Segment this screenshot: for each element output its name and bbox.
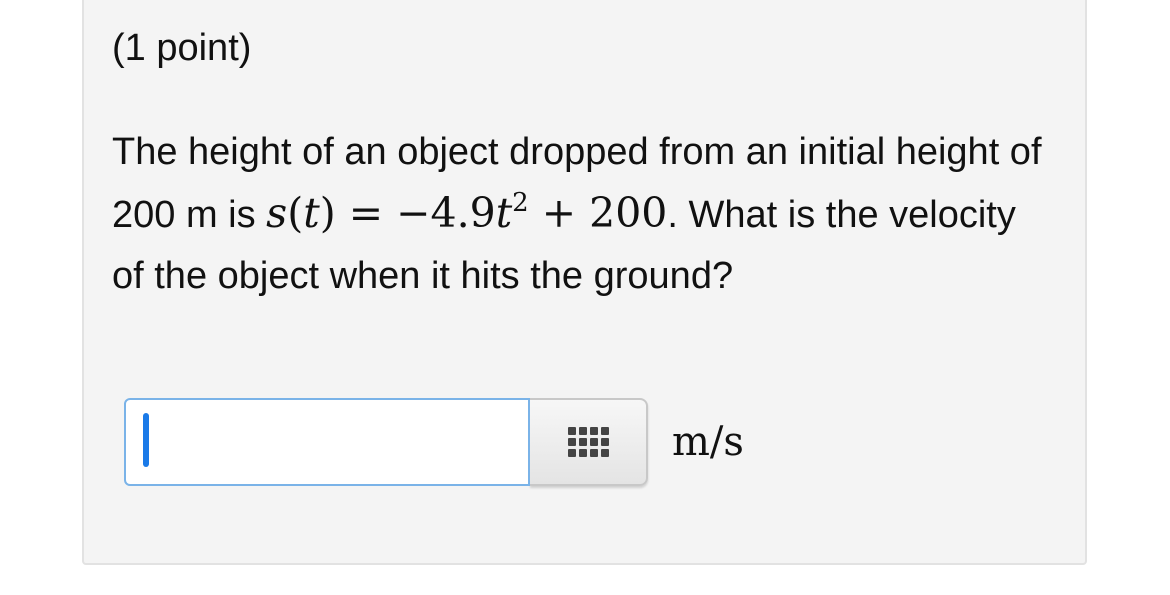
grid-keypad-icon	[567, 427, 609, 457]
unit-label: m/s	[672, 419, 744, 465]
height-formula: s(t) = −4.9t2 + 200	[266, 188, 668, 237]
points-label: (1 point)	[112, 27, 252, 69]
answer-row: m/s	[124, 398, 744, 486]
answer-input[interactable]	[124, 398, 530, 486]
problem-card: (1 point) The height of an object droppe…	[82, 0, 1087, 565]
answer-input-wrapper	[124, 398, 530, 486]
question-text: The height of an object dropped from an …	[112, 122, 1052, 307]
math-palette-button[interactable]	[530, 398, 648, 486]
